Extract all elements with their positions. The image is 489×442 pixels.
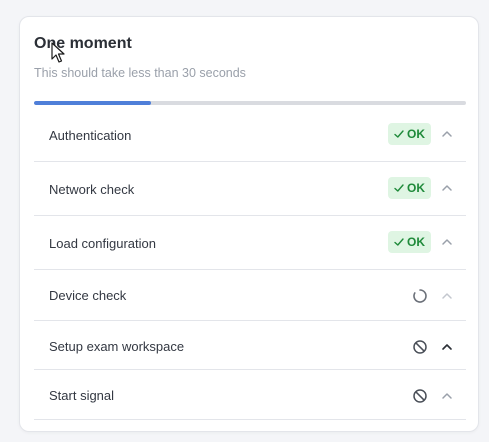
spinner-icon: [413, 289, 427, 303]
step-authentication[interactable]: Authentication OK: [34, 107, 466, 162]
step-device-check[interactable]: Device check: [34, 270, 466, 321]
step-setup-exam-workspace[interactable]: Setup exam workspace: [34, 321, 466, 370]
chevron-up-icon[interactable]: [440, 127, 454, 141]
step-label: Load configuration: [49, 236, 156, 251]
step-list: Authentication OK Network check OK Load …: [34, 107, 466, 420]
ok-badge: OK: [388, 177, 431, 199]
ok-badge-label: OK: [407, 127, 425, 141]
step-label: Start signal: [49, 388, 115, 403]
step-start-signal[interactable]: Start signal: [34, 370, 466, 420]
step-network-check[interactable]: Network check OK: [34, 162, 466, 216]
page-title: One moment: [34, 35, 132, 52]
loading-card: One moment This should take less than 30…: [19, 16, 479, 432]
blocked-icon: [413, 340, 427, 354]
ok-badge-label: OK: [407, 181, 425, 195]
chevron-up-icon[interactable]: [440, 235, 454, 249]
chevron-up-icon[interactable]: [440, 389, 454, 403]
mouse-cursor-icon: [51, 42, 65, 63]
step-label: Device check: [49, 288, 127, 303]
step-label: Authentication: [49, 128, 132, 143]
ok-badge: OK: [388, 231, 431, 253]
progress-bar: [34, 101, 466, 105]
blocked-icon: [413, 389, 427, 403]
chevron-up-icon[interactable]: [440, 181, 454, 195]
page-subtitle: This should take less than 30 seconds: [34, 66, 246, 80]
ok-badge-label: OK: [407, 235, 425, 249]
check-icon: [394, 130, 404, 138]
check-icon: [394, 184, 404, 192]
chevron-up-icon[interactable]: [440, 340, 454, 354]
ok-badge: OK: [388, 123, 431, 145]
step-label: Setup exam workspace: [49, 339, 185, 354]
check-icon: [394, 238, 404, 246]
chevron-up-icon[interactable]: [440, 289, 454, 303]
step-label: Network check: [49, 182, 135, 197]
progress-bar-fill: [34, 101, 151, 105]
step-load-configuration[interactable]: Load configuration OK: [34, 216, 466, 270]
